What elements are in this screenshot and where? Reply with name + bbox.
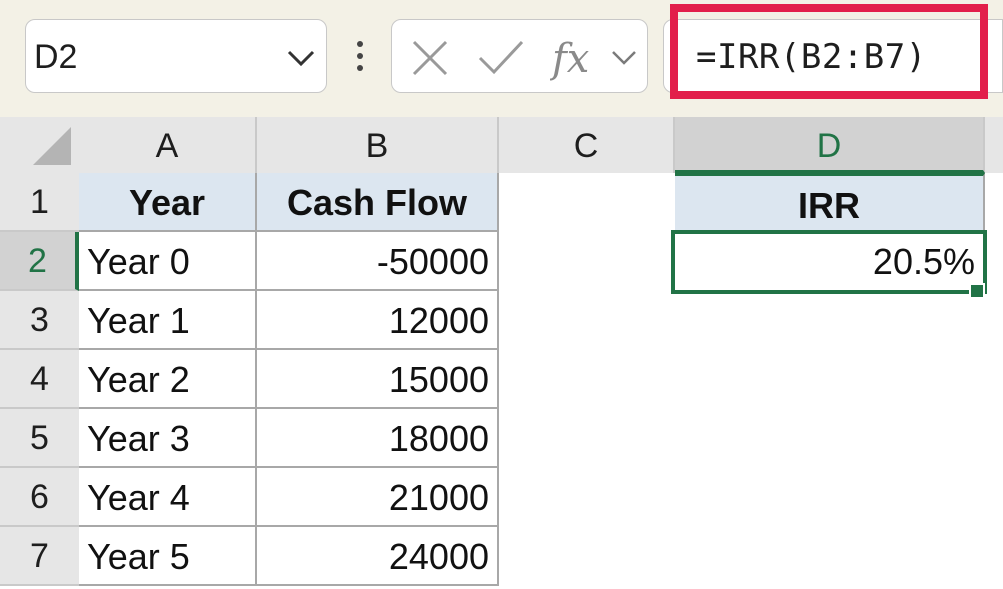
row-header-2[interactable]: 2 <box>0 232 79 291</box>
row-header-1[interactable]: 1 <box>0 173 79 232</box>
formula-bar-area: D2 fx =IRR(B2:B7) <box>0 0 1003 117</box>
cell-b7[interactable]: 24000 <box>257 527 499 586</box>
row-header-7[interactable]: 7 <box>0 527 79 586</box>
more-options-icon[interactable] <box>350 38 370 78</box>
cell-b6[interactable]: 21000 <box>257 468 499 527</box>
cell-b4[interactable]: 15000 <box>257 350 499 409</box>
row-header-6[interactable]: 6 <box>0 468 79 527</box>
cell-a2[interactable]: Year 0 <box>79 232 257 291</box>
formula-actions: fx <box>391 19 648 93</box>
select-all-button[interactable] <box>0 117 79 173</box>
name-box-value: D2 <box>34 38 78 76</box>
fill-handle[interactable] <box>969 283 985 299</box>
cell-a1[interactable]: Year <box>79 173 257 232</box>
cell-b1[interactable]: Cash Flow <box>257 173 499 232</box>
chevron-down-icon[interactable] <box>610 46 638 68</box>
cell-a4[interactable]: Year 2 <box>79 350 257 409</box>
cell-a6[interactable]: Year 4 <box>79 468 257 527</box>
fx-icon[interactable]: fx <box>550 30 600 84</box>
row-header-4[interactable]: 4 <box>0 350 79 409</box>
cell-b2[interactable]: -50000 <box>257 232 499 291</box>
spreadsheet-grid: A B C D 1 2 3 4 5 6 7 Year Cash Flow Yea… <box>0 117 1003 589</box>
column-header-a[interactable]: A <box>79 117 257 173</box>
row-header-5[interactable]: 5 <box>0 409 79 468</box>
name-box[interactable]: D2 <box>25 19 327 93</box>
column-header-d[interactable]: D <box>675 117 985 173</box>
cell-b3[interactable]: 12000 <box>257 291 499 350</box>
cell-a7[interactable]: Year 5 <box>79 527 257 586</box>
row-header-3[interactable]: 3 <box>0 291 79 350</box>
cell-a3[interactable]: Year 1 <box>79 291 257 350</box>
cell-b5[interactable]: 18000 <box>257 409 499 468</box>
checkmark-icon[interactable] <box>476 38 526 78</box>
cell-a5[interactable]: Year 3 <box>79 409 257 468</box>
cell-d1[interactable]: IRR <box>675 173 985 232</box>
chevron-down-icon[interactable] <box>286 44 316 70</box>
select-all-icon <box>33 127 71 165</box>
cell-d2-active[interactable]: 20.5% <box>671 230 987 294</box>
column-header-b[interactable]: B <box>257 117 499 173</box>
close-icon[interactable] <box>410 38 450 78</box>
svg-text:fx: fx <box>550 36 589 82</box>
formula-highlight-box <box>670 4 988 99</box>
column-header-c[interactable]: C <box>499 117 675 173</box>
column-header-e[interactable] <box>985 117 1003 173</box>
